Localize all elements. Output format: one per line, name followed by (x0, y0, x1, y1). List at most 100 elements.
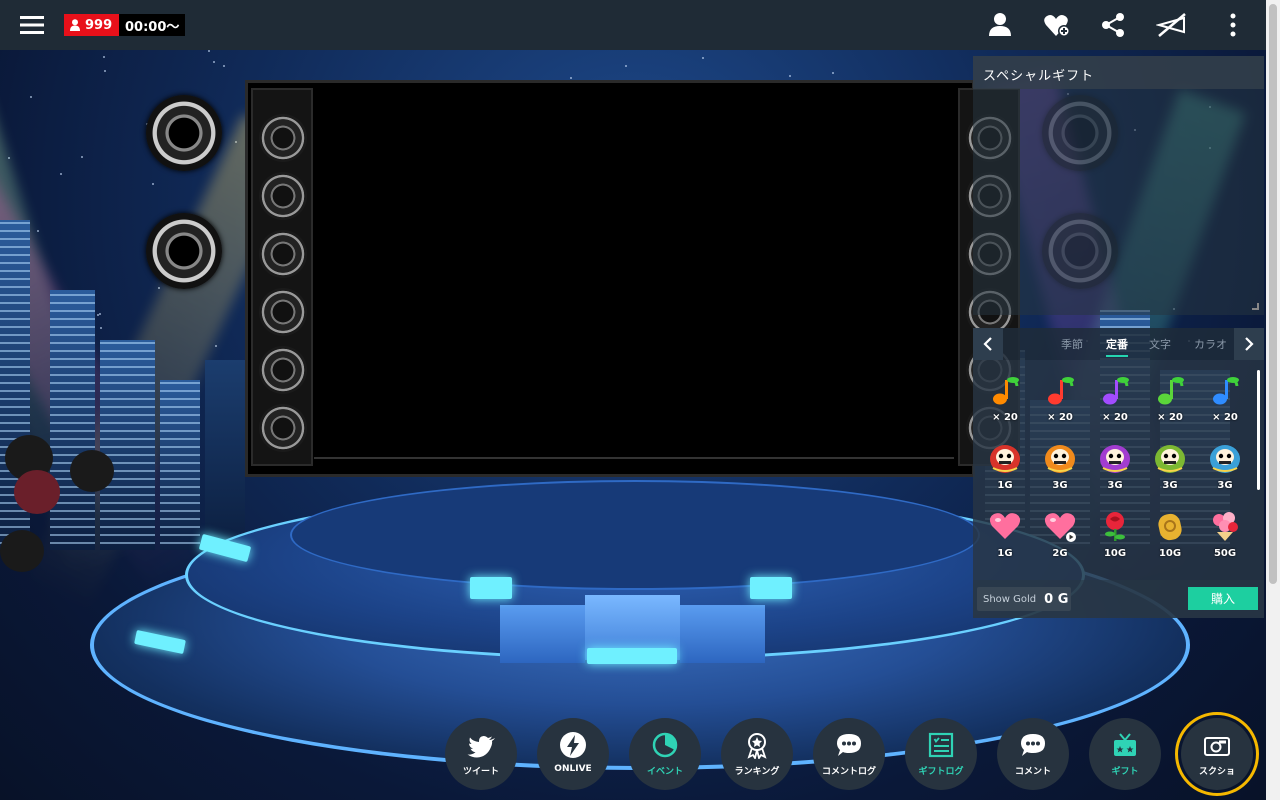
gift-grid: × 20 × 20 × 20 × 20 × 20 1G 3G 3G 3G 3G 1G 2G 10G 10G… (973, 360, 1264, 580)
tab-seasonal[interactable]: 季節 (1061, 336, 1083, 352)
gift-item-heart-pink-play[interactable]: 2G (1033, 504, 1083, 566)
gift-button[interactable]: ギフト (1089, 718, 1161, 790)
stage-light (470, 577, 512, 599)
stage-step (680, 605, 765, 663)
viewer-count-badge: 999 (64, 14, 121, 36)
star (103, 56, 105, 58)
chat-bubble-icon (1021, 734, 1045, 756)
heart-plus-icon[interactable] (1042, 10, 1072, 40)
comment-button[interactable]: コメント (997, 718, 1069, 790)
screenshot-highlight-ring (1175, 712, 1259, 796)
gift-price: × 20 (1157, 412, 1183, 423)
gift-price: × 20 (1212, 412, 1238, 423)
audience-avatar (70, 450, 114, 492)
menu-icon[interactable] (19, 10, 49, 40)
gift-price: × 20 (992, 412, 1018, 423)
star (625, 65, 627, 67)
gift-price: 1G (997, 548, 1013, 559)
star (104, 70, 106, 72)
tweet-button[interactable]: ツイート (445, 718, 517, 790)
star (208, 50, 210, 52)
gift-item-note-red[interactable]: × 20 (1033, 368, 1083, 430)
gift-item-daruma-orange[interactable]: 3G (1033, 436, 1083, 498)
gift-item-rose[interactable]: 10G (1088, 504, 1138, 566)
onlive-button-label: ONLIVE (554, 764, 592, 774)
star (30, 96, 32, 98)
gift-price: 3G (1217, 480, 1233, 491)
comment-log-button[interactable]: コメントログ (813, 718, 885, 790)
page-scrollbar[interactable] (1266, 0, 1280, 800)
tab-text[interactable]: 文字 (1149, 336, 1171, 352)
gift-price: 3G (1052, 480, 1068, 491)
star (832, 72, 834, 74)
page-scrollbar-thumb[interactable] (1269, 4, 1277, 584)
show-gold-box: Show Gold 0 G (977, 587, 1071, 611)
gift-button-label: ギフト (1111, 767, 1139, 777)
star (215, 345, 217, 347)
star (81, 156, 83, 158)
gift-price: 2G (1052, 548, 1068, 559)
gift-item-daruma-purple[interactable]: 3G (1088, 436, 1138, 498)
stage-light (750, 577, 792, 599)
gift-item-note-purple[interactable]: × 20 (1088, 368, 1138, 430)
onlive-button[interactable]: ONLIVE (537, 718, 609, 790)
gift-item-note-green[interactable]: × 20 (1143, 368, 1193, 430)
show-gold-label: Show Gold (983, 593, 1037, 605)
gift-grid-scrollbar[interactable] (1257, 370, 1260, 490)
gift-price: 50G (1213, 548, 1237, 559)
lightning-icon (560, 732, 586, 758)
building (205, 360, 245, 550)
gift-item-note-orange[interactable]: × 20 (978, 368, 1028, 430)
more-vertical-icon[interactable] (1218, 10, 1248, 40)
heart-icon (989, 513, 1021, 539)
chevron-left-icon (983, 337, 992, 351)
speaker (259, 288, 307, 336)
person-icon[interactable] (985, 10, 1015, 40)
event-button[interactable]: イベント (629, 718, 701, 790)
daruma-icon (1100, 445, 1130, 473)
speaker (259, 230, 307, 278)
medal-icon (747, 733, 767, 759)
gift-category-tabs: 季節 定番 文字 カラオ (973, 328, 1264, 360)
person-small-icon (70, 19, 80, 31)
gift-tv-icon (1114, 733, 1136, 756)
gift-log-button[interactable]: ギフトログ (905, 718, 977, 790)
gift-item-daruma-red[interactable]: 1G (978, 436, 1028, 498)
chevron-right-icon (1245, 337, 1254, 351)
gift-price: 1G (997, 480, 1013, 491)
gift-item-bouquet[interactable]: 50G (1198, 504, 1248, 566)
video-screen (245, 80, 1020, 477)
resize-grip-icon[interactable] (1252, 303, 1259, 310)
daruma-icon (1045, 445, 1075, 473)
daruma-icon (990, 445, 1020, 473)
speaker-column-left (251, 88, 313, 466)
gift-footer: Show Gold 0 G 購入 (973, 580, 1264, 618)
tab-next-button[interactable] (1234, 328, 1264, 360)
star (570, 77, 572, 79)
star (97, 314, 99, 316)
gift-item-daruma-blue[interactable]: 3G (1198, 436, 1248, 498)
gift-item-daruma-green[interactable]: 3G (1143, 436, 1193, 498)
speaker (259, 346, 307, 394)
gift-price: 10G (1158, 548, 1182, 559)
event-button-label: イベント (646, 767, 683, 777)
mute-icon[interactable] (1155, 10, 1186, 40)
ranking-button[interactable]: ランキング (721, 718, 793, 790)
gift-item-heart-pink[interactable]: 1G (978, 504, 1028, 566)
buy-button[interactable]: 購入 (1188, 587, 1258, 610)
building (160, 380, 200, 550)
tab-standard[interactable]: 定番 (1106, 336, 1128, 357)
top-bar: 999 00:00〜 (0, 0, 1266, 50)
gold-charm-icon (1158, 513, 1182, 541)
gift-item-note-blue[interactable]: × 20 (1198, 368, 1248, 430)
speaker (259, 114, 307, 162)
star (37, 230, 39, 232)
share-icon[interactable] (1098, 10, 1128, 40)
audience-avatar (0, 530, 44, 572)
gift-item-gold-charm[interactable]: 10G (1143, 504, 1193, 566)
tab-prev-button[interactable] (973, 328, 1003, 360)
tab-karaoke[interactable]: カラオ (1194, 336, 1227, 352)
star (152, 183, 154, 185)
music-note-icon (1158, 377, 1184, 405)
audience-avatar (14, 470, 60, 514)
